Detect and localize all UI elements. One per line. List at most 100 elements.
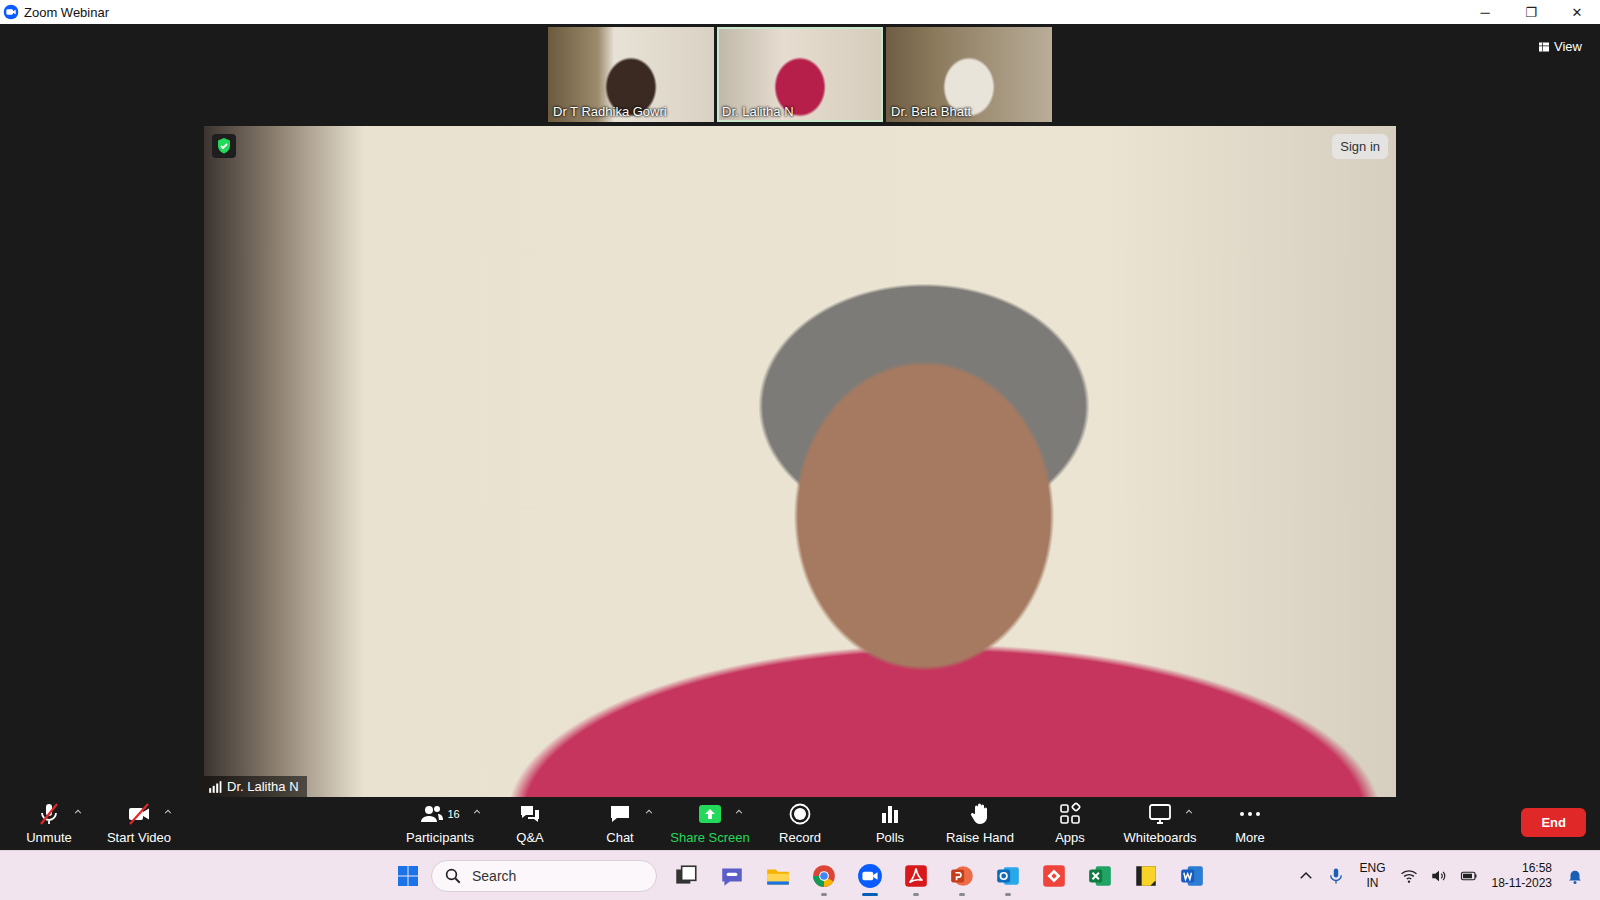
- caret-up-icon[interactable]: [644, 807, 654, 817]
- record-icon: [788, 802, 812, 826]
- window-controls: ─❐✕: [1462, 0, 1600, 24]
- start-button[interactable]: [393, 861, 423, 891]
- share-screen-icon: [698, 802, 722, 826]
- running-indicator: [862, 893, 878, 896]
- taskbar-app[interactable]: [847, 853, 893, 899]
- icon-wrap: 16: [420, 801, 459, 827]
- teams-chat-icon: [719, 863, 745, 889]
- meeting-area: Dr T Radhika Gowri Dr. Lalitha N Dr. Bela …: [0, 24, 1600, 850]
- region-code: IN: [1366, 876, 1378, 891]
- participant-tile[interactable]: Dr T Radhika Gowri: [548, 27, 714, 122]
- taskbar-app[interactable]: [1123, 853, 1169, 899]
- end-button[interactable]: End: [1521, 808, 1586, 837]
- toolbar-button-label: Q&A: [516, 830, 543, 845]
- word-icon: [1179, 863, 1205, 889]
- start-video-button[interactable]: Start Video: [94, 795, 184, 850]
- chevron-up-icon: [1297, 867, 1315, 885]
- start-video-button-label: Start Video: [107, 830, 171, 845]
- caret-up-icon[interactable]: [73, 807, 83, 817]
- caret-up-icon[interactable]: [734, 807, 744, 817]
- icon-wrap: [698, 801, 722, 827]
- search-placeholder: Search: [472, 868, 516, 884]
- clock[interactable]: 16:5818-11-2023: [1486, 861, 1559, 891]
- toolbar-left: Unmute Start Video: [0, 795, 395, 850]
- minimize-button[interactable]: ─: [1462, 0, 1508, 24]
- toolbar-button[interactable]: Chat: [575, 795, 665, 850]
- caret-up-icon[interactable]: [472, 807, 482, 817]
- active-speaker-video: Sign in Dr. Lalitha N: [204, 126, 1396, 797]
- chevron-up-button[interactable]: [1293, 861, 1319, 891]
- toolbar-button-label: Participants: [406, 830, 474, 845]
- taskbar-center: Search: [0, 853, 1215, 899]
- signal-icon: [208, 780, 222, 794]
- toolbar-button[interactable]: Apps: [1025, 795, 1115, 850]
- participant-name: Dr. Bela Bhatt: [891, 104, 971, 119]
- speaker-button[interactable]: [1426, 861, 1452, 891]
- unmute-button[interactable]: Unmute: [4, 795, 94, 850]
- taskbar-app[interactable]: [1077, 853, 1123, 899]
- anydesk-icon: [1041, 863, 1067, 889]
- toolbar-button-label: More: [1235, 830, 1265, 845]
- acrobat-icon: [903, 863, 929, 889]
- outlook-icon: [995, 863, 1021, 889]
- taskbar-app[interactable]: [1031, 853, 1077, 899]
- taskbar-app[interactable]: [1169, 853, 1215, 899]
- battery-icon: [1460, 867, 1478, 885]
- excel-icon: [1087, 863, 1113, 889]
- close-button[interactable]: ✕: [1554, 0, 1600, 24]
- meeting-toolbar: Unmute Start Video 16 Participants Q&A Chat Sh…: [0, 795, 1600, 850]
- caret-up-icon[interactable]: [163, 807, 173, 817]
- toolbar-button[interactable]: Raise Hand: [935, 795, 1025, 850]
- toolbar-center: 16 Participants Q&A Chat Share Screen Record P…: [395, 795, 1295, 850]
- toolbar-button[interactable]: More: [1205, 795, 1295, 850]
- icon-wrap: [1148, 801, 1172, 827]
- search-box[interactable]: Search: [431, 860, 657, 892]
- shield-icon: [212, 134, 236, 158]
- windows-logo-icon: [396, 864, 420, 888]
- apps-icon: [1058, 802, 1082, 826]
- running-indicator: [913, 893, 919, 896]
- toolbar-button[interactable]: Whiteboards: [1115, 795, 1205, 850]
- speaker-name-label: Dr. Lalitha N: [204, 776, 307, 797]
- microphone-button[interactable]: [1323, 861, 1349, 891]
- input-language[interactable]: ENGIN: [1353, 861, 1391, 891]
- taskbar-app[interactable]: [939, 853, 985, 899]
- toolbar-button[interactable]: Share Screen: [665, 795, 755, 850]
- participant-tile[interactable]: Dr. Lalitha N: [717, 27, 883, 122]
- taskbar-app[interactable]: [893, 853, 939, 899]
- taskbar-app[interactable]: [755, 853, 801, 899]
- toolbar-button[interactable]: Polls: [845, 795, 935, 850]
- unmute-button-label: Unmute: [26, 830, 72, 845]
- running-indicator: [959, 893, 965, 896]
- caret-up-icon[interactable]: [1184, 807, 1194, 817]
- sign-in-button[interactable]: Sign in: [1332, 134, 1388, 159]
- sticky-notes-icon: [1133, 863, 1159, 889]
- taskbar-app[interactable]: [985, 853, 1031, 899]
- toolbar-button-label: Share Screen: [670, 830, 750, 845]
- taskbar: Search ENGIN 16:5818-11-2023: [0, 850, 1600, 900]
- participant-name: Dr T Radhika Gowri: [553, 104, 667, 119]
- running-indicator: [1005, 893, 1011, 896]
- wifi-button[interactable]: [1396, 861, 1422, 891]
- toolbar-button-label: Apps: [1055, 830, 1085, 845]
- powerpoint-icon: [949, 863, 975, 889]
- restore-button[interactable]: ❐: [1508, 0, 1554, 24]
- toolbar-button[interactable]: Record: [755, 795, 845, 850]
- gallery-strip: Dr T Radhika Gowri Dr. Lalitha N Dr. Bela …: [0, 24, 1600, 124]
- icon-wrap: [1058, 801, 1082, 827]
- toolbar-button-label: Record: [779, 830, 821, 845]
- toolbar-button[interactable]: 16 Participants: [395, 795, 485, 850]
- window-title: Zoom Webinar: [24, 5, 109, 20]
- taskbar-app[interactable]: [663, 853, 709, 899]
- toolbar-button-label: Raise Hand: [946, 830, 1014, 845]
- view-button[interactable]: View: [1532, 36, 1588, 57]
- taskbar-app[interactable]: [801, 853, 847, 899]
- participant-tile[interactable]: Dr. Bela Bhatt: [886, 27, 1052, 122]
- battery-button[interactable]: [1456, 861, 1482, 891]
- toolbar-button[interactable]: Q&A: [485, 795, 575, 850]
- running-indicator: [821, 893, 827, 896]
- notification-bell-button[interactable]: [1562, 861, 1588, 891]
- video-row: Sign in Dr. Lalitha N: [0, 124, 1600, 795]
- taskbar-app[interactable]: [709, 853, 755, 899]
- task-view-icon: [673, 863, 699, 889]
